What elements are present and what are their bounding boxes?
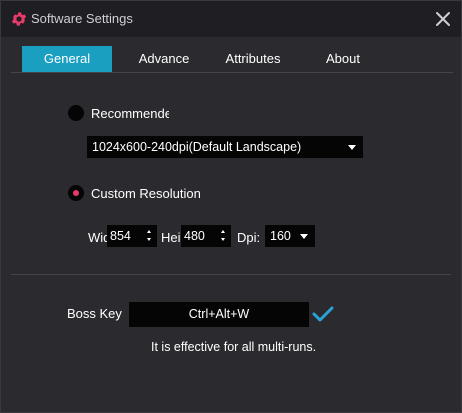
boss-key-label: Boss Key xyxy=(67,306,122,321)
recommended-label: Recommended xyxy=(91,106,169,121)
width-value: 854 xyxy=(110,229,131,243)
custom-resolution-radio[interactable] xyxy=(68,185,84,201)
dpi-select[interactable]: 160 xyxy=(265,225,315,247)
height-value: 480 xyxy=(184,229,205,243)
height-label: Height xyxy=(161,230,181,245)
window-title: Software Settings xyxy=(31,11,133,26)
checkmark-icon[interactable] xyxy=(312,305,334,323)
boss-key-note: It is effective for all multi-runs. xyxy=(151,340,317,354)
stepper-down-icon[interactable] xyxy=(221,238,225,241)
title-bar: Software Settings xyxy=(1,1,461,37)
chevron-down-icon xyxy=(300,234,308,239)
radio-selected-dot xyxy=(73,190,79,196)
settings-window: Software Settings General Advance Attrib… xyxy=(0,0,462,413)
recommended-resolution-select[interactable]: 1024x600-240dpi(Default Landscape) xyxy=(87,136,363,158)
dpi-value: 160 xyxy=(270,229,291,243)
custom-resolution-label: Custom Resolution xyxy=(91,186,201,201)
tab-attributes[interactable]: Attributes xyxy=(213,46,293,72)
chevron-down-icon xyxy=(348,145,356,150)
stepper-up-icon[interactable] xyxy=(221,230,225,233)
section-divider xyxy=(11,274,451,275)
dpi-label: Dpi: xyxy=(237,230,261,245)
tab-about[interactable]: About xyxy=(303,46,383,72)
tab-bar: General Advance Attributes About xyxy=(1,37,461,77)
close-icon[interactable] xyxy=(433,9,453,29)
tab-advance[interactable]: Advance xyxy=(124,46,204,72)
gear-icon xyxy=(11,12,27,26)
tab-general[interactable]: General xyxy=(22,46,112,72)
height-stepper[interactable]: 480 xyxy=(181,225,231,247)
stepper-up-icon[interactable] xyxy=(147,230,151,233)
recommended-radio[interactable] xyxy=(68,105,84,121)
stepper-down-icon[interactable] xyxy=(147,238,151,241)
width-stepper[interactable]: 854 xyxy=(107,225,157,247)
tab-bar-underline xyxy=(11,72,453,73)
width-label: Width xyxy=(88,230,107,245)
recommended-resolution-value: 1024x600-240dpi(Default Landscape) xyxy=(92,140,302,154)
boss-key-input[interactable]: Ctrl+Alt+W xyxy=(129,302,309,327)
